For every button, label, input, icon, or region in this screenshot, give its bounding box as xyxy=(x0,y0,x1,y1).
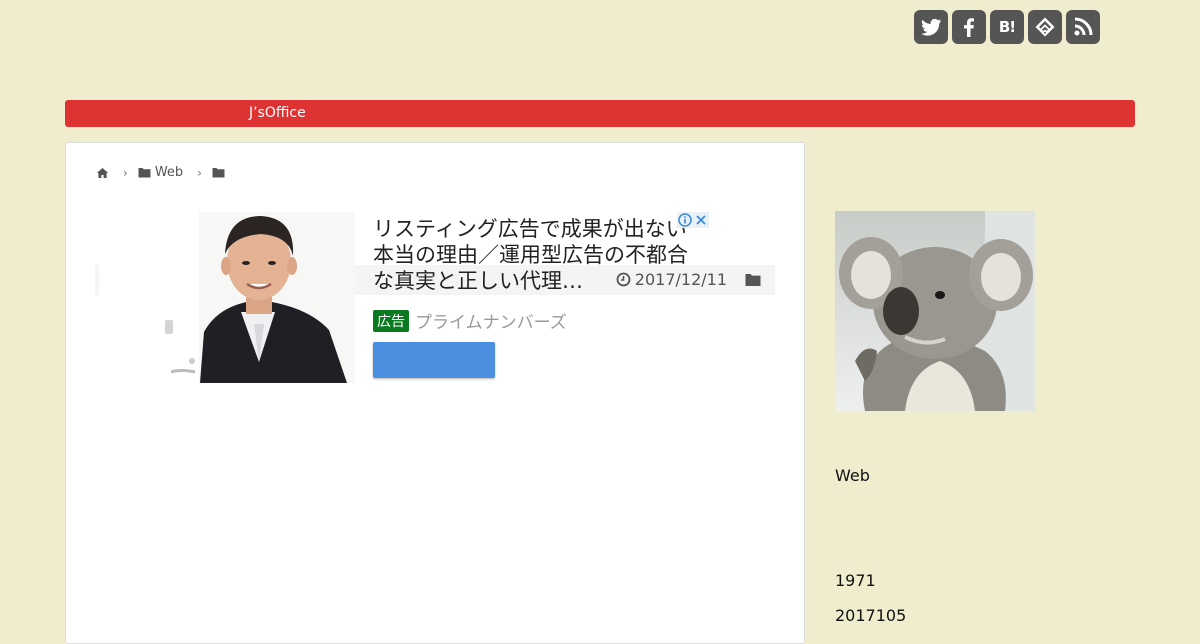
feedly-icon[interactable] xyxy=(1028,10,1062,44)
ad-source: 広告 プライムナンバーズ xyxy=(373,308,567,333)
facebook-icon[interactable] xyxy=(952,10,986,44)
sidebar-category[interactable]: Web xyxy=(835,466,870,485)
sidebar-date-code: 2017105 xyxy=(835,606,907,625)
close-icon[interactable] xyxy=(693,212,709,228)
ad-headline[interactable]: リスティング広告で成果が出ない本当の理由／運用型広告の不都合な真実と正しい代理… xyxy=(373,216,693,294)
folder-icon xyxy=(138,168,151,178)
info-icon[interactable] xyxy=(677,212,693,228)
chevron-right-icon: › xyxy=(123,165,128,180)
ad-advertiser[interactable]: プライムナンバーズ xyxy=(415,308,567,333)
breadcrumb-subcategory[interactable] xyxy=(212,167,225,178)
ad-cta-button[interactable] xyxy=(373,342,495,378)
post-category-link[interactable] xyxy=(745,272,761,291)
ad-badge: 広告 xyxy=(373,309,409,332)
breadcrumb: › Web › xyxy=(96,165,225,180)
folder-icon xyxy=(745,274,761,286)
sidebar-year: 1971 xyxy=(835,571,876,590)
nav-site-name[interactable]: J’sOffice xyxy=(249,105,306,121)
social-icons: B! xyxy=(914,10,1100,44)
breadcrumb-home[interactable] xyxy=(96,167,109,179)
rss-icon[interactable] xyxy=(1066,10,1100,44)
ad-choices[interactable] xyxy=(677,212,709,228)
ad-image[interactable] xyxy=(99,212,355,383)
twitter-icon[interactable] xyxy=(914,10,948,44)
global-nav: J’sOffice xyxy=(65,100,1135,127)
breadcrumb-category[interactable]: Web xyxy=(138,165,183,180)
hatena-bookmark-icon[interactable]: B! xyxy=(990,10,1024,44)
folder-icon xyxy=(212,168,225,178)
chevron-right-icon: › xyxy=(197,165,202,180)
profile-image xyxy=(835,211,1035,411)
home-icon xyxy=(96,167,109,178)
breadcrumb-category-label: Web xyxy=(154,165,184,180)
ad-unit[interactable]: リスティング広告で成果が出ない本当の理由／運用型広告の不都合な真実と正しい代理…… xyxy=(99,212,709,384)
